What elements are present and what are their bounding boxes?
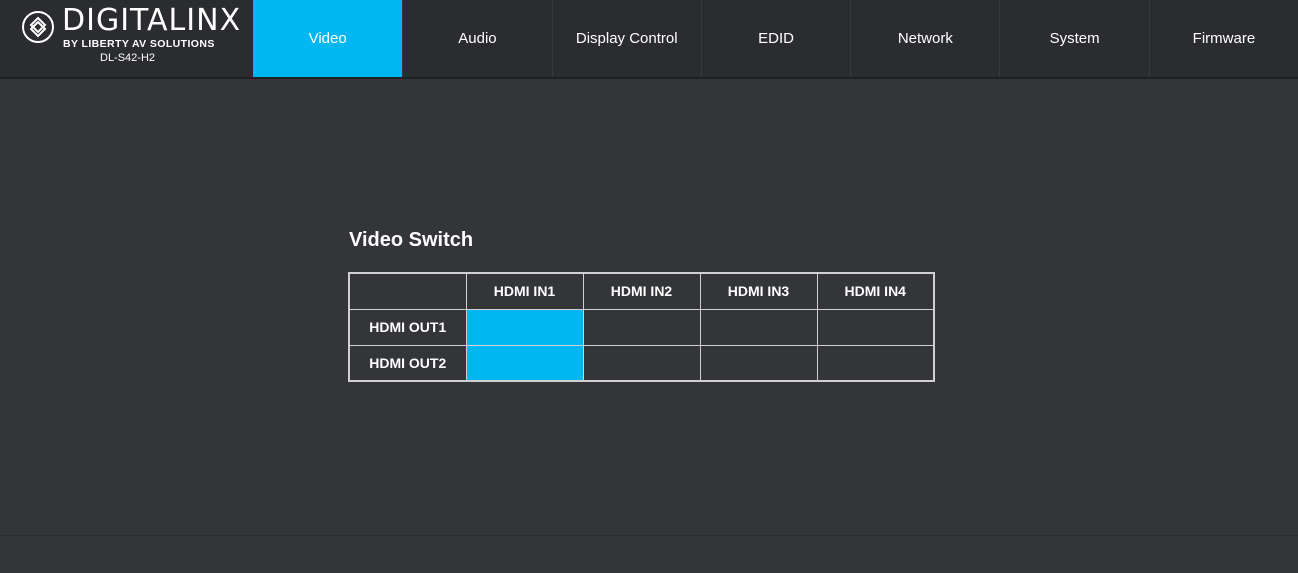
- tab-firmware[interactable]: Firmware: [1148, 0, 1298, 77]
- matrix-row-hdmi-out1: HDMI OUT1: [348, 308, 935, 346]
- output-label-hdmi-out2: HDMI OUT2: [348, 344, 467, 382]
- switch-cell-out2-in2[interactable]: [582, 344, 701, 382]
- switch-cell-out1-in2[interactable]: [582, 308, 701, 346]
- input-header-hdmi-in1: HDMI IN1: [465, 272, 584, 310]
- digitalinx-logo-icon: [22, 11, 54, 43]
- tab-audio[interactable]: Audio: [402, 0, 551, 77]
- switch-cell-out1-in1[interactable]: [465, 308, 584, 346]
- device-model: DL-S42-H2: [100, 52, 156, 64]
- tab-edid[interactable]: EDID: [700, 0, 850, 77]
- video-switch-matrix: HDMI IN1 HDMI IN2 HDMI IN3 HDMI IN4 HDMI…: [348, 272, 935, 382]
- brand-subtitle: BY LIBERTY AV SOLUTIONS: [63, 38, 215, 50]
- switch-cell-out1-in3[interactable]: [699, 308, 818, 346]
- main-tabs: Video Audio Display Control EDID Network…: [253, 0, 1298, 77]
- switch-cell-out1-in4[interactable]: [816, 308, 935, 346]
- tab-system[interactable]: System: [999, 0, 1148, 77]
- brand-logo[interactable]: DIGITALINX BY LIBERTY AV SOLUTIONS DL-S4…: [0, 0, 253, 77]
- tab-video[interactable]: Video: [253, 0, 403, 77]
- switch-cell-out2-in4[interactable]: [816, 344, 935, 382]
- brand-name: DIGITALINX: [62, 3, 242, 38]
- input-header-hdmi-in3: HDMI IN3: [699, 272, 818, 310]
- switch-cell-out2-in1[interactable]: [465, 344, 584, 382]
- tab-network[interactable]: Network: [850, 0, 999, 77]
- output-label-hdmi-out1: HDMI OUT1: [348, 308, 467, 346]
- matrix-corner-cell: [348, 272, 467, 310]
- video-switch-title: Video Switch: [349, 229, 474, 251]
- input-header-hdmi-in4: HDMI IN4: [816, 272, 935, 310]
- tab-display-control[interactable]: Display Control: [551, 0, 701, 77]
- matrix-row-hdmi-out2: HDMI OUT2: [348, 344, 935, 382]
- switch-cell-out2-in3[interactable]: [699, 344, 818, 382]
- matrix-header-row: HDMI IN1 HDMI IN2 HDMI IN3 HDMI IN4: [348, 272, 935, 310]
- input-header-hdmi-in2: HDMI IN2: [582, 272, 701, 310]
- top-navbar: DIGITALINX BY LIBERTY AV SOLUTIONS DL-S4…: [0, 0, 1298, 79]
- footer-divider: [0, 535, 1298, 536]
